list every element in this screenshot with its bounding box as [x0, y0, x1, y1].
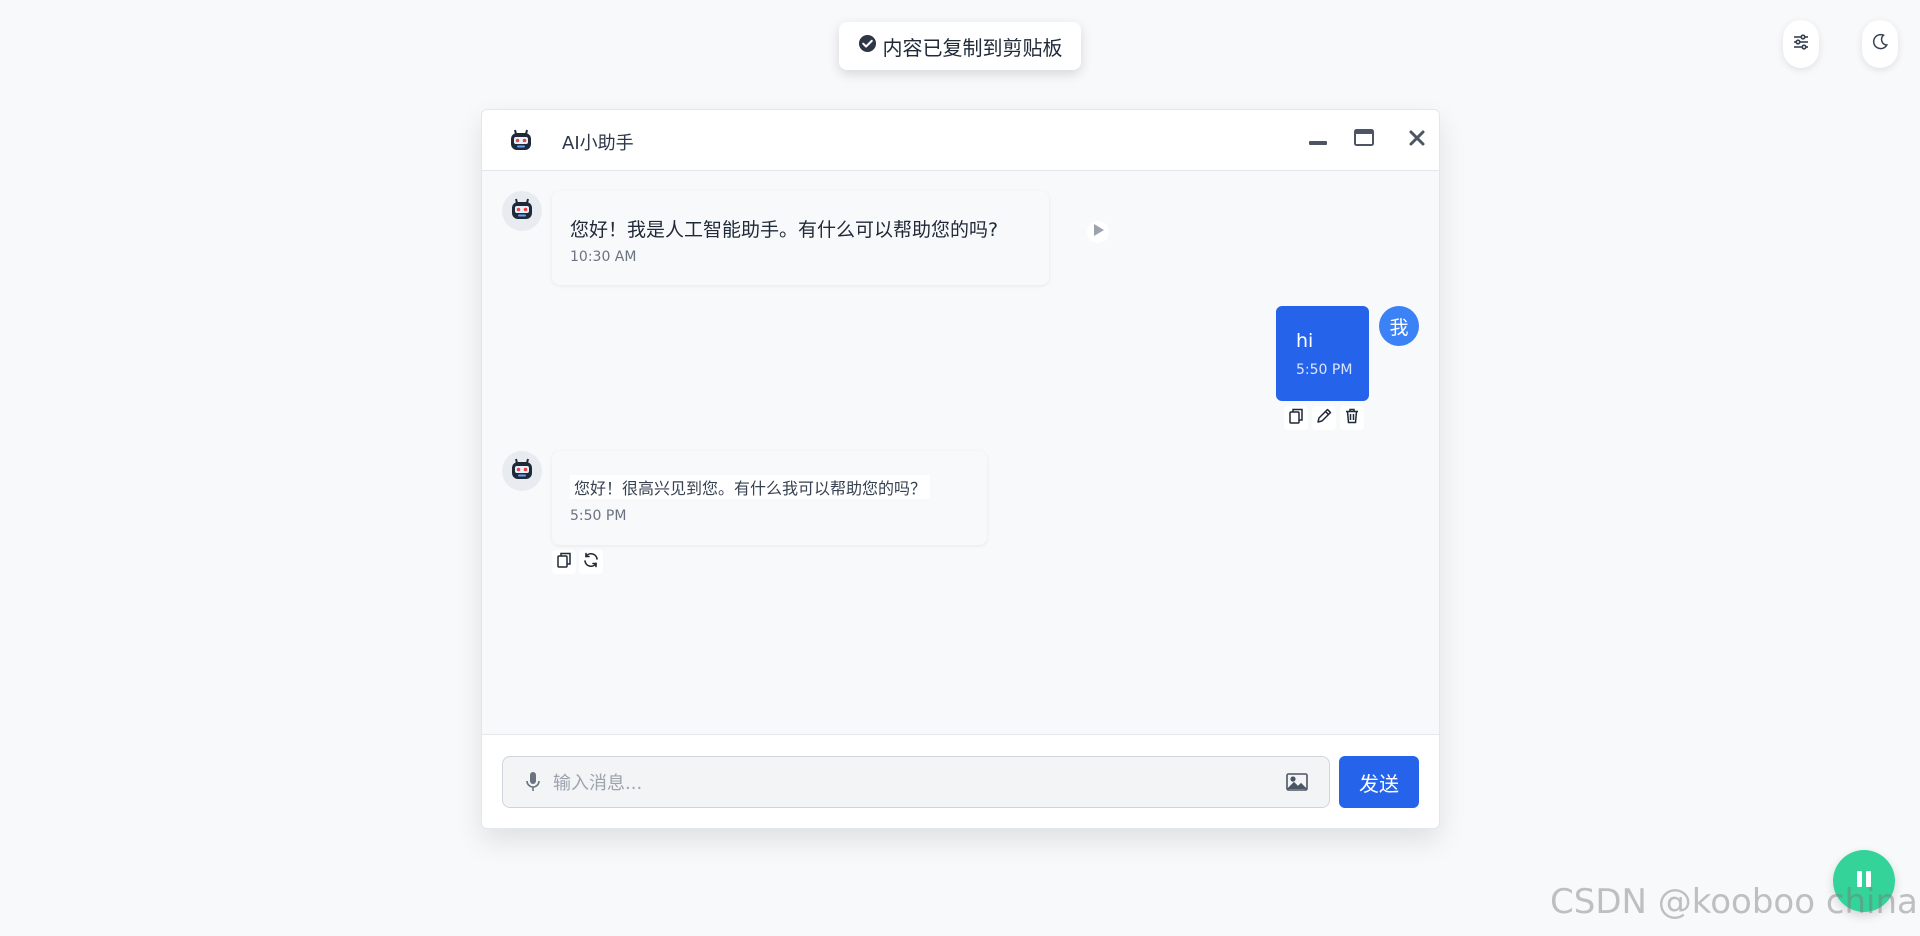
robot-avatar-icon: [509, 196, 535, 226]
copy-icon: [1287, 407, 1305, 429]
message-text: 您好！我是人工智能助手。有什么可以帮助您的吗?: [570, 219, 999, 241]
minimize-icon: [1307, 127, 1329, 153]
minimize-button[interactable]: [1306, 128, 1330, 152]
copy-toast: 内容已复制到剪贴板: [839, 22, 1081, 70]
settings-button[interactable]: [1783, 20, 1819, 68]
message-time: 5:50 PM: [1296, 362, 1353, 378]
message-text: hi: [1296, 330, 1314, 352]
input-area: 发送: [482, 734, 1439, 828]
send-button[interactable]: 发送: [1339, 756, 1419, 808]
play-audio-button[interactable]: [1087, 221, 1109, 243]
delete-button[interactable]: [1340, 406, 1364, 430]
regenerate-button[interactable]: [579, 550, 603, 574]
chat-window: AI小助手 您好！我是人工智能助手。有什么可以帮助您的吗? 10:30 AM h…: [481, 109, 1440, 829]
play-icon: [1090, 222, 1106, 242]
theme-toggle-button[interactable]: [1862, 20, 1898, 68]
maximize-button[interactable]: [1352, 128, 1376, 152]
assistant-message-bubble: 您好！很高兴见到您。有什么我可以帮助您的吗？ 5:50 PM: [552, 451, 987, 545]
watermark: CSDN @kooboo china.: [1550, 882, 1920, 922]
robot-avatar-icon: [509, 456, 535, 486]
chat-title: AI小助手: [562, 133, 634, 154]
close-button[interactable]: [1405, 128, 1429, 152]
copy-button[interactable]: [552, 550, 576, 574]
message-time: 10:30 AM: [570, 249, 637, 265]
microphone-icon[interactable]: [523, 771, 543, 793]
edit-button[interactable]: [1312, 406, 1336, 430]
message-time: 5:50 PM: [570, 508, 627, 524]
image-icon[interactable]: [1285, 770, 1309, 794]
user-message-bubble: hi 5:50 PM: [1276, 306, 1369, 401]
trash-icon: [1343, 407, 1361, 429]
moon-icon: [1870, 32, 1890, 56]
assistant-message-bubble: 您好！我是人工智能助手。有什么可以帮助您的吗? 10:30 AM: [552, 191, 1109, 285]
edit-icon: [1315, 407, 1333, 429]
sliders-icon: [1791, 32, 1811, 56]
maximize-icon: [1353, 127, 1375, 153]
check-circle-icon: [858, 34, 877, 58]
copy-button[interactable]: [1284, 406, 1308, 430]
chat-header: AI小助手: [482, 110, 1439, 171]
toast-message: 内容已复制到剪贴板: [882, 35, 1063, 60]
message-input[interactable]: [551, 765, 1275, 801]
assistant-avatar: [502, 191, 542, 231]
message-text: 您好！很高兴见到您。有什么我可以帮助您的吗？: [570, 475, 931, 499]
user-avatar: 我: [1379, 306, 1419, 346]
robot-avatar-icon: [508, 127, 534, 153]
close-icon: [1406, 127, 1428, 153]
message-input-box: [502, 756, 1330, 808]
assistant-avatar: [502, 451, 542, 491]
copy-icon: [555, 551, 573, 573]
refresh-icon: [582, 551, 600, 573]
